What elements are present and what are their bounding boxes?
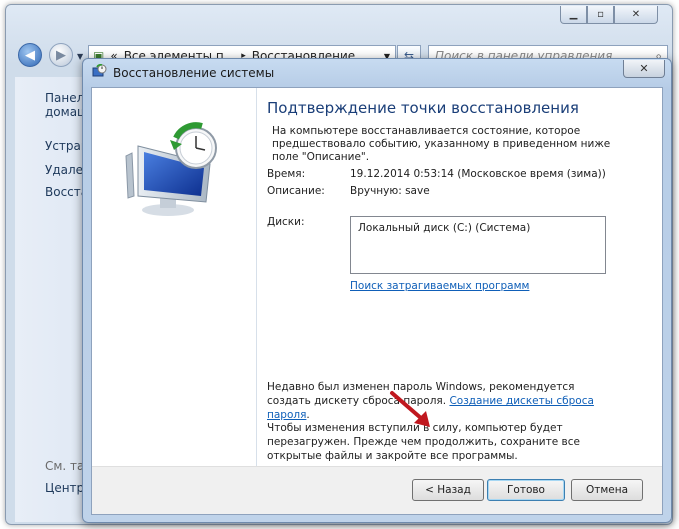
- cancel-button[interactable]: Отмена: [571, 479, 643, 501]
- intro-text: На компьютере восстанавливается состояни…: [272, 125, 611, 163]
- system-restore-dialog: Восстановление системы ✕ Подтверждение т…: [82, 58, 672, 523]
- password-note: Недавно был изменен пароль Windows, реко…: [267, 380, 612, 422]
- finish-button[interactable]: Готово: [487, 479, 565, 501]
- back-nav-button[interactable]: ◀: [18, 43, 42, 67]
- time-label: Время:: [267, 168, 306, 180]
- close-button[interactable]: ✕: [614, 6, 658, 24]
- sidebar: Панель домаш Устран Удален Восстан См. т…: [15, 77, 96, 522]
- description-value: Вручную: save: [350, 185, 430, 197]
- password-link-suffix: .: [306, 409, 310, 421]
- system-restore-icon: [125, 122, 217, 216]
- dialog-close-button[interactable]: ✕: [623, 60, 665, 78]
- sidebar-item-action-center[interactable]: Центр: [45, 481, 84, 495]
- minimize-button[interactable]: ▁: [560, 6, 587, 24]
- red-arrow-icon: [390, 391, 430, 427]
- window-caption-buttons: ▁ ▫ ✕: [560, 6, 658, 24]
- dialog-title: Восстановление системы: [113, 66, 275, 80]
- maximize-button[interactable]: ▫: [587, 6, 614, 24]
- dialog-button-bar: < Назад Готово Отмена: [92, 466, 662, 514]
- arrow-left-icon: ◀: [25, 47, 35, 63]
- forward-nav-button[interactable]: ▶: [49, 43, 73, 67]
- system-restore-title-icon: [92, 64, 107, 77]
- dialog-body: Подтверждение точки восстановления На ко…: [91, 87, 663, 515]
- list-item[interactable]: Локальный диск (C:) (Система): [358, 222, 530, 234]
- description-label: Описание:: [267, 185, 325, 197]
- disks-list[interactable]: Локальный диск (C:) (Система): [350, 216, 606, 274]
- close-icon: ✕: [639, 62, 649, 75]
- back-button[interactable]: < Назад: [412, 479, 484, 501]
- arrow-right-icon: ▶: [56, 47, 66, 63]
- dialog-illustration-pane: [92, 88, 257, 466]
- disks-label: Диски:: [267, 216, 305, 228]
- page-title: Подтверждение точки восстановления: [267, 99, 579, 117]
- restart-note: Чтобы изменения вступили в силу, компьют…: [267, 422, 580, 462]
- affected-programs-link[interactable]: Поиск затрагиваемых программ: [350, 280, 529, 292]
- time-value: 19.12.2014 0:53:14 (Московское время (зи…: [350, 168, 606, 180]
